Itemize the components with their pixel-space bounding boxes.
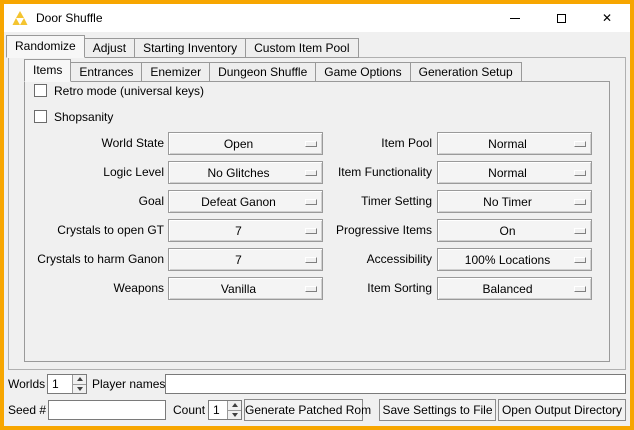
timer-setting-label: Timer Setting [262, 194, 432, 209]
tab-enemizer[interactable]: Enemizer [141, 62, 210, 82]
crystals-harm-ganon-label: Crystals to harm Ganon [24, 252, 164, 267]
progressive-items-label: Progressive Items [262, 223, 432, 238]
dropdown-indicator-icon [574, 257, 586, 263]
spin-up-icon[interactable] [228, 401, 241, 410]
open-output-directory-button[interactable]: Open Output Directory [498, 399, 626, 421]
item-functionality-value: Normal [488, 166, 541, 180]
item-pool-dropdown[interactable]: Normal [437, 132, 592, 155]
logic-level-label: Logic Level [24, 165, 164, 180]
progressive-items-dropdown[interactable]: On [437, 219, 592, 242]
dropdown-indicator-icon [574, 141, 586, 147]
world-state-value: Open [224, 137, 267, 151]
dropdown-indicator-icon [574, 199, 586, 205]
tab-game-options[interactable]: Game Options [315, 62, 410, 82]
maximize-button[interactable] [538, 4, 584, 32]
spin-up-icon[interactable] [73, 375, 86, 384]
close-icon: ✕ [602, 12, 612, 24]
inner-tab-row: Items Entrances Enemizer Dungeon Shuffle… [24, 59, 521, 82]
window-frame: Door Shuffle ✕ Randomize Adjust Starting… [0, 0, 634, 430]
outer-tab-row: Randomize Adjust Starting Inventory Cust… [6, 35, 358, 58]
progressive-items-value: On [499, 224, 529, 238]
item-pool-value: Normal [488, 137, 541, 151]
shopsanity-checkbox[interactable]: Shopsanity [34, 109, 113, 124]
item-sorting-label: Item Sorting [262, 281, 432, 296]
weapons-label: Weapons [24, 281, 164, 296]
tab-randomize[interactable]: Randomize [6, 35, 85, 58]
goal-label: Goal [24, 194, 164, 209]
dropdown-indicator-icon [574, 286, 586, 292]
timer-setting-value: No Timer [483, 195, 546, 209]
player-names-input[interactable] [165, 374, 626, 394]
tab-starting-inventory[interactable]: Starting Inventory [134, 38, 246, 58]
timer-setting-dropdown[interactable]: No Timer [437, 190, 592, 213]
crystals-harm-ganon-value: 7 [235, 253, 256, 267]
minimize-button[interactable] [492, 4, 538, 32]
tab-entrances[interactable]: Entrances [70, 62, 142, 82]
count-value: 1 [209, 401, 227, 419]
client-area: Randomize Adjust Starting Inventory Cust… [4, 32, 630, 426]
crystals-open-gt-value: 7 [235, 224, 256, 238]
worlds-value: 1 [48, 375, 72, 393]
seed-label: Seed # [8, 400, 46, 420]
app-icon [12, 10, 28, 26]
retro-mode-label: Retro mode (universal keys) [54, 84, 204, 98]
retro-mode-checkbox-box[interactable] [34, 84, 47, 97]
item-sorting-value: Balanced [482, 282, 546, 296]
world-state-label: World State [24, 136, 164, 151]
tab-dungeon-shuffle[interactable]: Dungeon Shuffle [209, 62, 316, 82]
seed-input[interactable] [48, 400, 166, 420]
count-spin-arrows [227, 401, 241, 419]
tab-adjust[interactable]: Adjust [84, 38, 135, 58]
count-spinbox[interactable]: 1 [208, 400, 242, 420]
shopsanity-checkbox-box[interactable] [34, 110, 47, 123]
accessibility-dropdown[interactable]: 100% Locations [437, 248, 592, 271]
tab-generation-setup[interactable]: Generation Setup [410, 62, 522, 82]
item-sorting-dropdown[interactable]: Balanced [437, 277, 592, 300]
accessibility-value: 100% Locations [465, 253, 564, 267]
crystals-open-gt-label: Crystals to open GT [24, 223, 164, 238]
generate-patched-rom-button[interactable]: Generate Patched Rom [244, 399, 363, 421]
dropdown-indicator-icon [574, 170, 586, 176]
window-title: Door Shuffle [36, 11, 103, 25]
item-pool-label: Item Pool [262, 136, 432, 151]
spin-down-icon[interactable] [228, 410, 241, 420]
retro-mode-checkbox[interactable]: Retro mode (universal keys) [34, 83, 204, 98]
shopsanity-label: Shopsanity [54, 110, 113, 124]
maximize-icon [557, 14, 566, 23]
player-names-label: Player names [92, 374, 165, 394]
worlds-spinbox[interactable]: 1 [47, 374, 87, 394]
worlds-spin-arrows [72, 375, 86, 393]
accessibility-label: Accessibility [262, 252, 432, 267]
window-controls: ✕ [492, 4, 630, 32]
item-functionality-dropdown[interactable]: Normal [437, 161, 592, 184]
save-settings-button[interactable]: Save Settings to File [379, 399, 496, 421]
tab-items[interactable]: Items [24, 59, 71, 82]
dropdown-indicator-icon [574, 228, 586, 234]
count-label: Count [173, 400, 205, 420]
worlds-label: Worlds [8, 374, 45, 394]
spin-down-icon[interactable] [73, 384, 86, 394]
close-button[interactable]: ✕ [584, 4, 630, 32]
tab-custom-item-pool[interactable]: Custom Item Pool [245, 38, 358, 58]
titlebar[interactable]: Door Shuffle ✕ [4, 4, 630, 32]
minimize-icon [510, 18, 520, 19]
item-functionality-label: Item Functionality [262, 165, 432, 180]
